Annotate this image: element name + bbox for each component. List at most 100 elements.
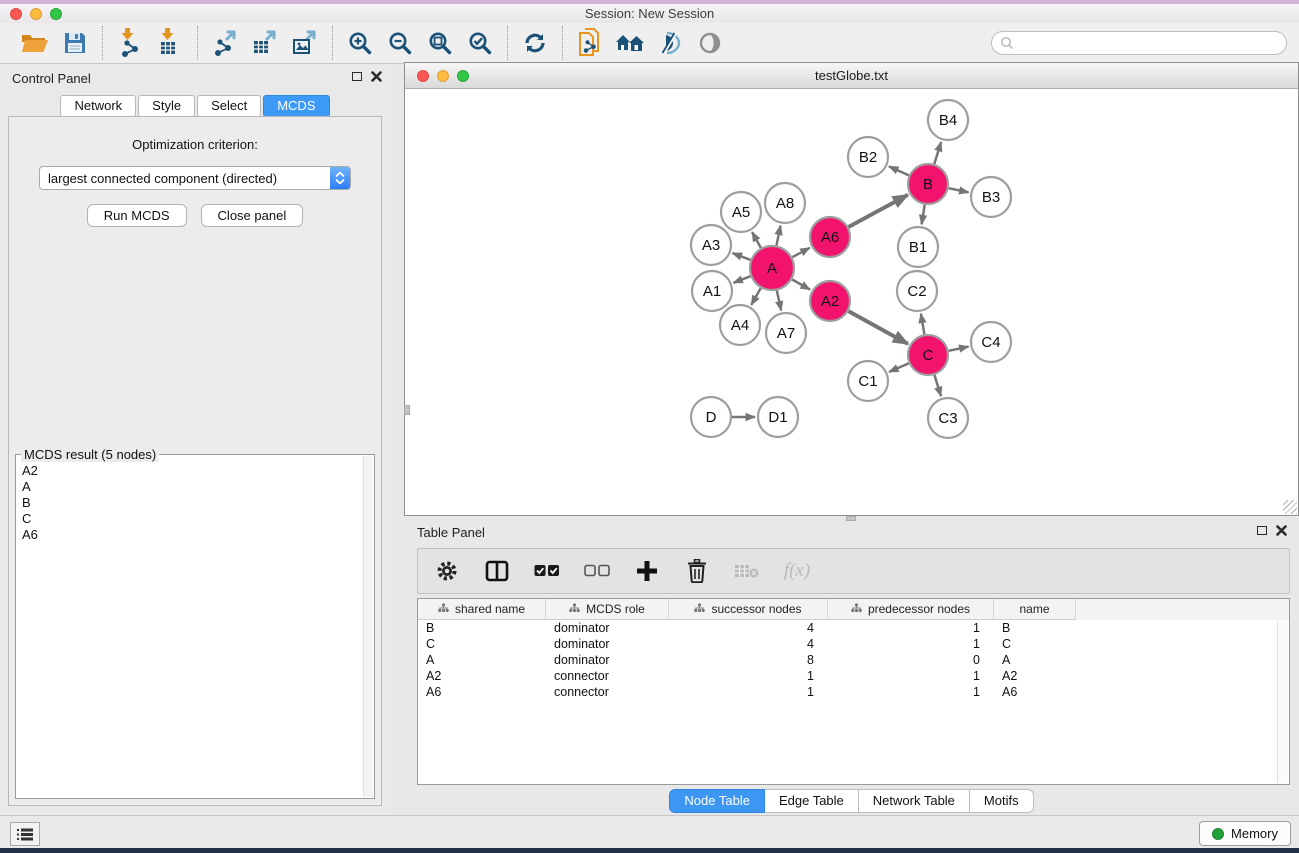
table-cell[interactable]: A2 [994, 668, 1076, 684]
edge-A6-B[interactable] [849, 195, 908, 227]
node-C[interactable]: C [908, 335, 948, 375]
zoom-selected-icon[interactable] [465, 28, 495, 58]
edge-A-A5[interactable] [752, 232, 761, 248]
result-item[interactable]: A2 [22, 463, 368, 479]
table-cell[interactable]: 1 [828, 684, 994, 700]
column-header-predecessor-nodes[interactable]: predecessor nodes [828, 599, 994, 620]
refresh-icon[interactable] [520, 28, 550, 58]
edge-C-C4[interactable] [949, 347, 969, 351]
column-header-name[interactable]: name [994, 599, 1076, 620]
table-cell[interactable]: A2 [418, 668, 546, 684]
edge-C-C1[interactable] [889, 363, 909, 372]
criterion-select[interactable]: largest connected component (directed) [39, 166, 351, 190]
result-item[interactable]: B [22, 495, 368, 511]
table-cell[interactable]: 1 [669, 684, 828, 700]
node-A4[interactable]: A4 [720, 305, 760, 345]
result-item[interactable]: A6 [22, 527, 368, 543]
tab-network-table[interactable]: Network Table [859, 789, 970, 813]
column-header-shared-name[interactable]: shared name [418, 599, 546, 620]
table-cell[interactable]: 4 [669, 636, 828, 652]
column-header-MCDS-role[interactable]: MCDS role [546, 599, 669, 620]
edge-A-A2[interactable] [792, 279, 810, 289]
splitter-handle-left[interactable] [404, 405, 410, 415]
export-image-icon[interactable] [290, 28, 320, 58]
float-panel-icon[interactable] [352, 72, 362, 81]
node-B1[interactable]: B1 [898, 227, 938, 267]
table-cell[interactable]: 1 [828, 620, 994, 636]
node-table[interactable]: shared nameMCDS rolesuccessor nodesprede… [417, 598, 1290, 785]
unselect-all-columns-icon[interactable] [584, 558, 610, 584]
window-titlebar[interactable]: Session: New Session [0, 4, 1299, 23]
node-A2[interactable]: A2 [810, 281, 850, 321]
table-cell[interactable]: C [994, 636, 1076, 652]
save-session-icon[interactable] [60, 28, 90, 58]
node-C2[interactable]: C2 [897, 271, 937, 311]
table-cell[interactable]: A [994, 652, 1076, 668]
node-B[interactable]: B [908, 164, 948, 204]
delete-columns-icon[interactable] [684, 558, 710, 584]
table-float-panel-icon[interactable] [1257, 526, 1267, 535]
table-cell[interactable]: 0 [828, 652, 994, 668]
table-cell[interactable]: B [418, 620, 546, 636]
memory-button[interactable]: Memory [1199, 821, 1291, 846]
import-network-icon[interactable] [115, 28, 145, 58]
edge-A-A7[interactable] [777, 291, 781, 311]
node-B4[interactable]: B4 [928, 100, 968, 140]
table-cell[interactable]: C [418, 636, 546, 652]
run-mcds-button[interactable]: Run MCDS [87, 204, 187, 227]
edge-A-A3[interactable] [733, 253, 751, 260]
close-panel-button[interactable]: Close panel [201, 204, 304, 227]
table-cell[interactable]: dominator [546, 636, 669, 652]
node-A7[interactable]: A7 [766, 313, 806, 353]
result-item[interactable]: C [22, 511, 368, 527]
zoom-fit-icon[interactable] [425, 28, 455, 58]
table-cell[interactable]: connector [546, 668, 669, 684]
close-panel-icon[interactable] [371, 71, 382, 82]
node-A1[interactable]: A1 [692, 271, 732, 311]
table-cell[interactable]: dominator [546, 620, 669, 636]
zoom-in-icon[interactable] [345, 28, 375, 58]
table-cell[interactable]: 8 [669, 652, 828, 668]
tab-select[interactable]: Select [197, 95, 261, 117]
table-cell[interactable]: dominator [546, 652, 669, 668]
edge-A-A4[interactable] [751, 288, 760, 305]
tab-edge-table[interactable]: Edge Table [765, 789, 859, 813]
zoom-out-icon[interactable] [385, 28, 415, 58]
edge-A-A8[interactable] [777, 226, 781, 246]
tab-motifs[interactable]: Motifs [970, 789, 1034, 813]
edge-B-B4[interactable] [934, 142, 941, 164]
node-C3[interactable]: C3 [928, 398, 968, 438]
node-C4[interactable]: C4 [971, 322, 1011, 362]
table-close-panel-icon[interactable] [1276, 525, 1287, 536]
tab-network[interactable]: Network [60, 95, 136, 117]
table-cell[interactable]: 1 [828, 668, 994, 684]
edge-A2-C[interactable] [848, 311, 908, 344]
tab-mcds[interactable]: MCDS [263, 95, 329, 117]
import-table-icon[interactable] [155, 28, 185, 58]
node-B2[interactable]: B2 [848, 137, 888, 177]
table-cell[interactable]: A6 [994, 684, 1076, 700]
network-graph[interactable]: B4B2BB3A8A5A6A3B1AA1C2A2A4A7C4CC1C3DD1 [405, 89, 1298, 515]
settings-icon[interactable] [434, 558, 460, 584]
edge-B-B3[interactable] [949, 188, 969, 192]
home-icon[interactable] [615, 28, 645, 58]
node-A[interactable]: A [750, 246, 794, 290]
network-from-file-icon[interactable] [575, 28, 605, 58]
show-columns-icon[interactable] [484, 558, 510, 584]
node-A6[interactable]: A6 [810, 217, 850, 257]
edge-A-A6[interactable] [792, 248, 809, 257]
export-table-icon[interactable] [250, 28, 280, 58]
column-header-successor-nodes[interactable]: successor nodes [669, 599, 828, 620]
table-scrollbar[interactable] [1277, 621, 1288, 783]
node-A8[interactable]: A8 [765, 183, 805, 223]
tab-style[interactable]: Style [138, 95, 195, 117]
table-cell[interactable]: 1 [669, 668, 828, 684]
table-cell[interactable]: 4 [669, 620, 828, 636]
table-cell[interactable]: B [994, 620, 1076, 636]
network-window-titlebar[interactable]: testGlobe.txt [405, 63, 1298, 89]
birds-eye-icon[interactable] [695, 28, 725, 58]
node-C1[interactable]: C1 [848, 361, 888, 401]
edge-C-C2[interactable] [921, 314, 925, 335]
open-session-icon[interactable] [20, 28, 50, 58]
node-B3[interactable]: B3 [971, 177, 1011, 217]
